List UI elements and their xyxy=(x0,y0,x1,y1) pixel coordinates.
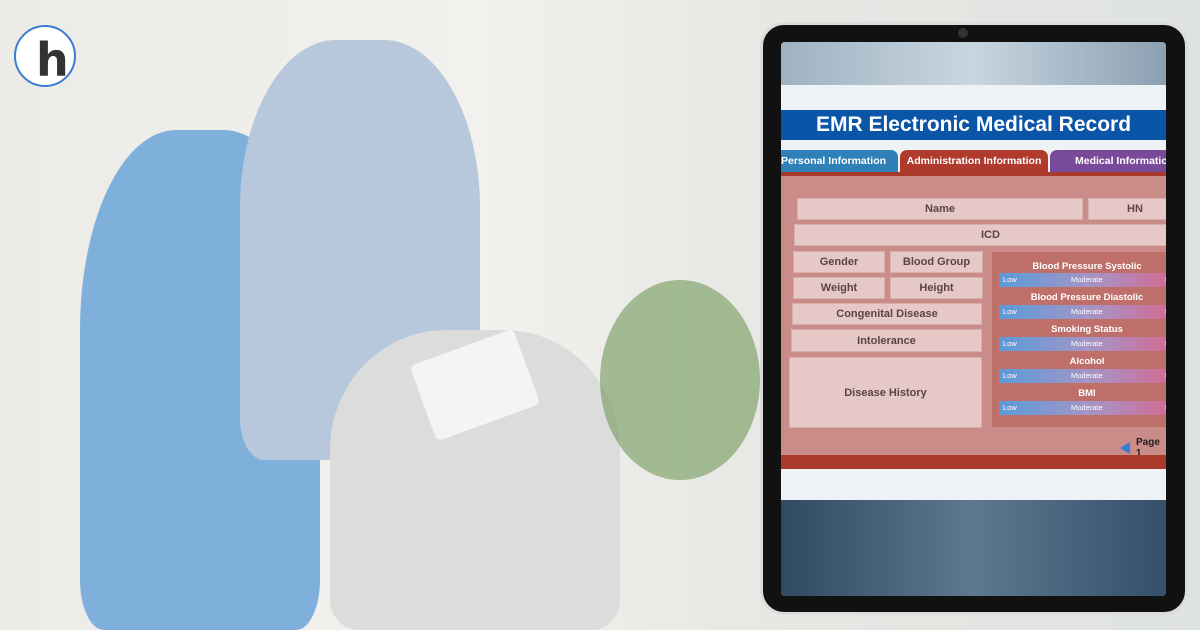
name-field[interactable]: Name xyxy=(797,198,1083,220)
panel-footer xyxy=(781,455,1166,469)
camera-icon xyxy=(958,28,968,38)
scale-high: Hi xyxy=(1165,337,1166,351)
weight-field[interactable]: Weight xyxy=(793,277,885,299)
hn-field[interactable]: HN xyxy=(1088,198,1166,220)
metric-label: BMI xyxy=(1078,388,1096,399)
tab-personal-information[interactable]: Personal Information xyxy=(781,150,898,172)
scale-moderate: Moderate xyxy=(1071,307,1103,316)
tab-medical-information[interactable]: Medical Information xyxy=(1050,150,1166,172)
scale-high: Hi xyxy=(1165,305,1166,319)
logo: h xyxy=(14,25,76,87)
scale-high: Hi xyxy=(1165,369,1166,383)
icd-field[interactable]: ICD xyxy=(794,224,1166,246)
arrow-left-icon[interactable] xyxy=(1120,442,1130,454)
height-field[interactable]: Height xyxy=(890,277,983,299)
screen-top-image xyxy=(781,42,1166,85)
scale-low: Low xyxy=(1003,403,1017,412)
scale-high: Hi xyxy=(1165,273,1166,287)
metric-scale-bar[interactable]: Low Moderate Hi xyxy=(999,401,1166,415)
metric-scale-bar[interactable]: Low Moderate Hi xyxy=(999,305,1166,319)
emr-title: EMR Electronic Medical Record xyxy=(781,110,1166,140)
metric-scale-bar[interactable]: Low Moderate Hi xyxy=(999,337,1166,351)
scale-moderate: Moderate xyxy=(1071,371,1103,380)
scale-moderate: Moderate xyxy=(1071,275,1103,284)
screen-bottom-image xyxy=(781,500,1166,596)
intolerance-field[interactable]: Intolerance xyxy=(791,329,982,352)
tablet-screen: EMR Electronic Medical Record Personal I… xyxy=(781,42,1166,596)
disease-history-field[interactable]: Disease History xyxy=(789,357,982,428)
gender-field[interactable]: Gender xyxy=(793,251,885,273)
scale-low: Low xyxy=(1003,339,1017,348)
metric-label: Blood Pressure Systolic xyxy=(1032,261,1142,272)
metric-scale-bar[interactable]: Low Moderate Hi xyxy=(999,273,1166,287)
metric-label: Smoking Status xyxy=(1051,324,1123,335)
metric-label: Alcohol xyxy=(1069,356,1105,367)
blood-group-field[interactable]: Blood Group xyxy=(890,251,983,273)
tab-administration-information[interactable]: Administration Information xyxy=(900,150,1048,172)
scale-low: Low xyxy=(1003,307,1017,316)
congenital-disease-field[interactable]: Congenital Disease xyxy=(792,303,982,325)
metric-label: Blood Pressure Diastolic xyxy=(1030,292,1144,303)
scale-low: Low xyxy=(1003,275,1017,284)
scale-high: Hi xyxy=(1165,401,1166,415)
scale-moderate: Moderate xyxy=(1071,339,1103,348)
scale-moderate: Moderate xyxy=(1071,403,1103,412)
plant xyxy=(600,280,760,480)
scale-low: Low xyxy=(1003,371,1017,380)
metric-scale-bar[interactable]: Low Moderate Hi xyxy=(999,369,1166,383)
